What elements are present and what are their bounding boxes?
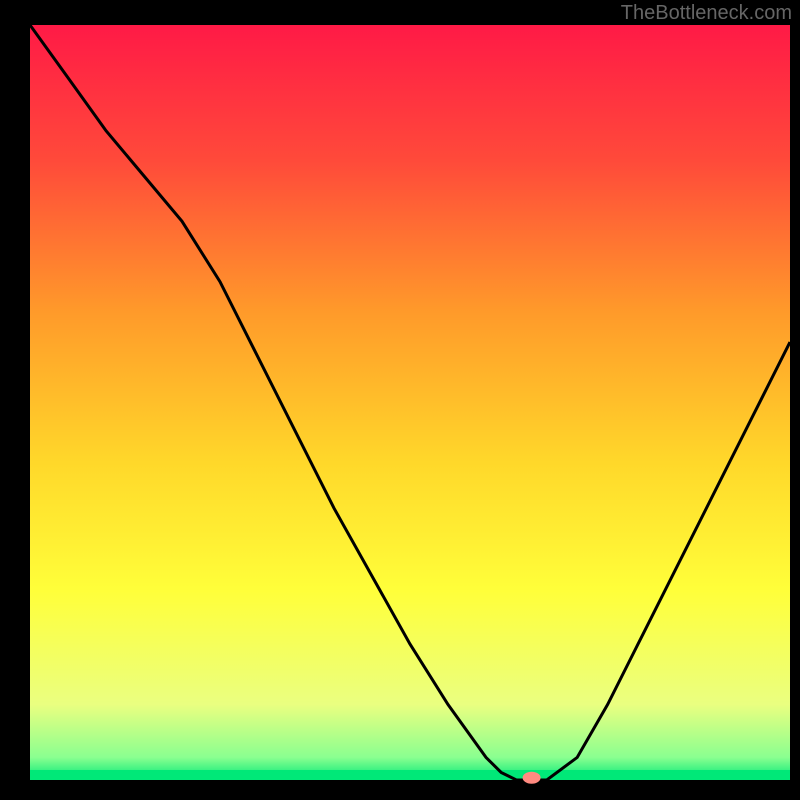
chart-marker [523, 772, 541, 784]
chart-baseline [30, 770, 790, 780]
watermark-text: TheBottleneck.com [621, 2, 792, 25]
chart-gradient-bg [30, 25, 790, 780]
bottleneck-chart [0, 0, 800, 800]
